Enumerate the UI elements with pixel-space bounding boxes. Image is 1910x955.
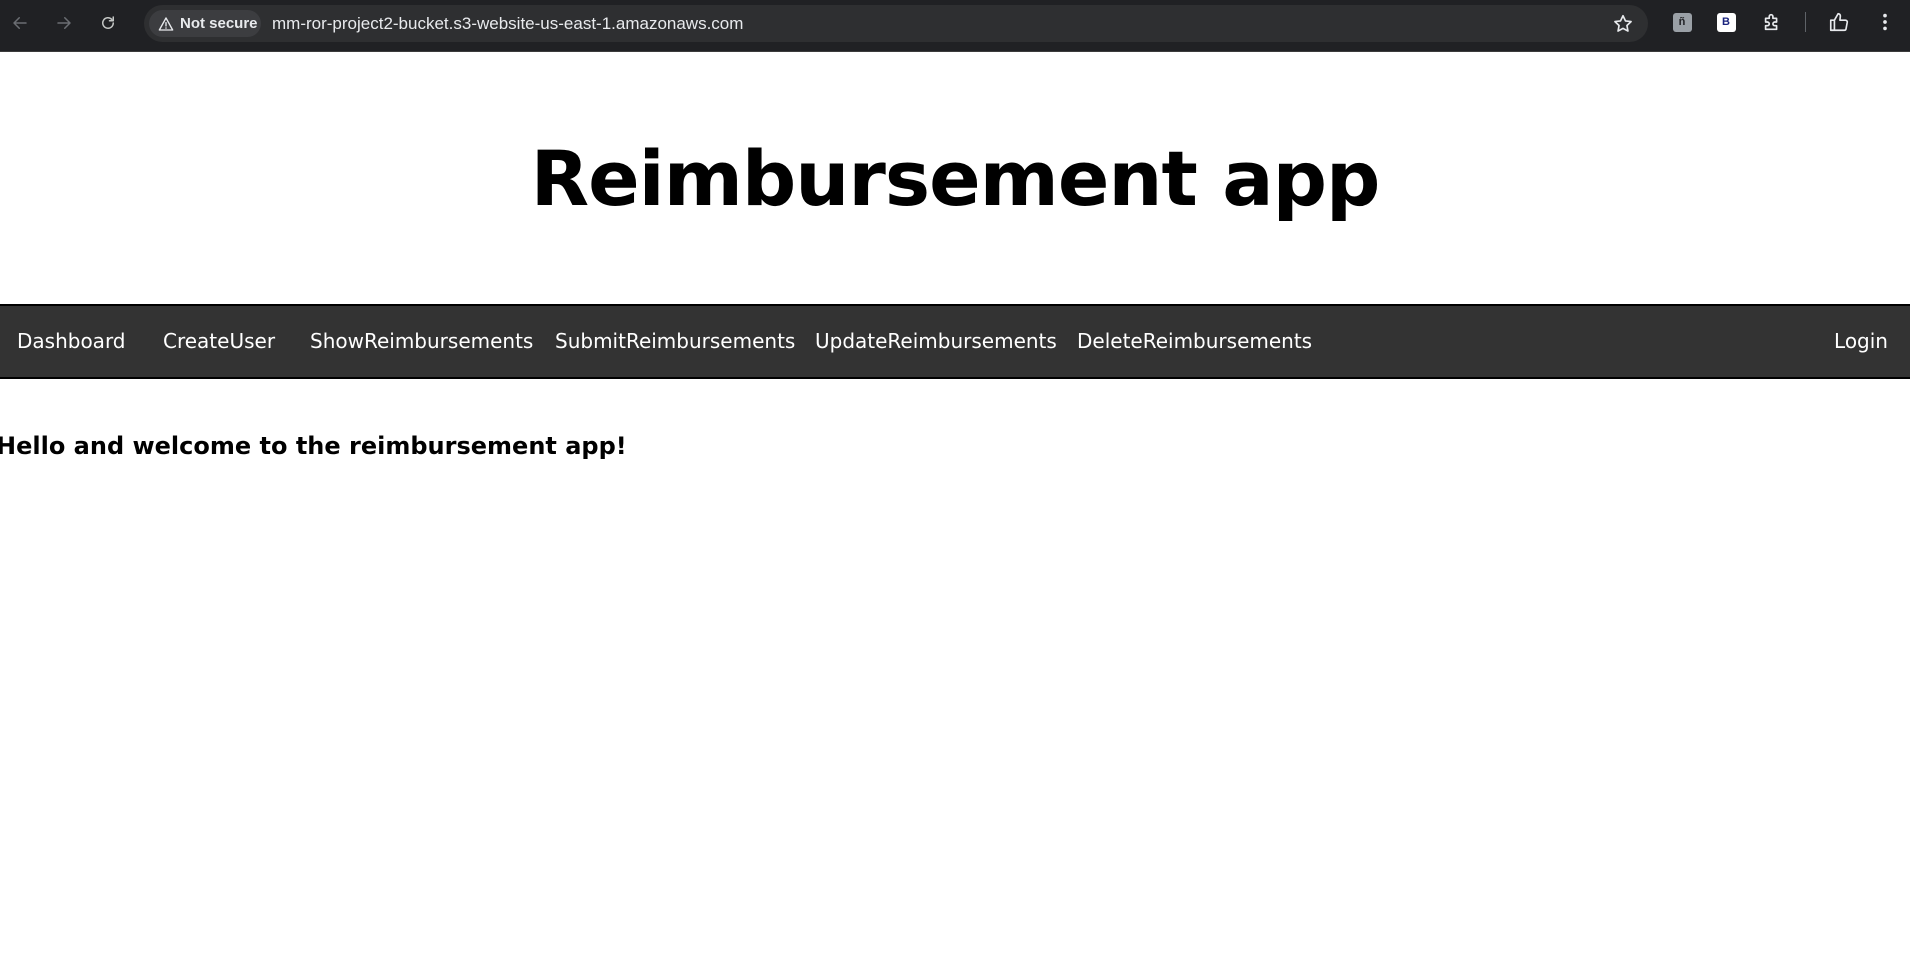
kebab-menu-icon bbox=[1883, 13, 1887, 31]
browser-toolbar: Not secure mm-ror-project2-bucket.s3-web… bbox=[0, 0, 1910, 52]
puzzle-icon bbox=[1764, 13, 1778, 31]
toolbar-separator bbox=[1805, 12, 1806, 32]
browser-menu-button[interactable] bbox=[1873, 10, 1897, 34]
security-chip[interactable]: Not secure bbox=[149, 10, 261, 37]
thumbs-up-icon bbox=[1829, 12, 1849, 32]
main-navbar: Dashboard CreateUser ShowReimbursements … bbox=[0, 304, 1910, 379]
extension-2-button[interactable]: B bbox=[1714, 10, 1738, 34]
feedback-button[interactable] bbox=[1827, 10, 1851, 34]
reload-icon bbox=[102, 16, 114, 29]
warning-icon bbox=[158, 16, 174, 31]
extension-1-icon: ñ bbox=[1672, 12, 1692, 32]
reload-button[interactable] bbox=[95, 10, 121, 36]
arrow-right-icon bbox=[57, 17, 71, 29]
nav-login[interactable]: Login bbox=[1834, 306, 1888, 377]
nav-delete-reimbursements[interactable]: DeleteReimbursements bbox=[1077, 306, 1312, 377]
nav-update-reimbursements[interactable]: UpdateReimbursements bbox=[815, 306, 1057, 377]
nav-dashboard[interactable]: Dashboard bbox=[17, 306, 126, 377]
nav-submit-reimbursements[interactable]: SubmitReimbursements bbox=[555, 306, 795, 377]
security-label: Not secure bbox=[180, 15, 258, 32]
welcome-message: Hello and welcome to the reimbursement a… bbox=[0, 432, 627, 460]
nav-create-user[interactable]: CreateUser bbox=[163, 306, 275, 377]
back-button[interactable] bbox=[7, 10, 33, 36]
extension-1-button[interactable]: ñ bbox=[1670, 10, 1694, 34]
extensions-menu-button[interactable] bbox=[1760, 10, 1784, 34]
arrow-left-icon bbox=[13, 17, 27, 29]
url-text[interactable]: mm-ror-project2-bucket.s3-website-us-eas… bbox=[272, 14, 743, 34]
nav-show-reimbursements[interactable]: ShowReimbursements bbox=[310, 306, 533, 377]
bookmark-star-icon[interactable] bbox=[1612, 13, 1634, 35]
extension-2-icon: B bbox=[1716, 12, 1736, 32]
address-bar[interactable]: Not secure mm-ror-project2-bucket.s3-web… bbox=[144, 5, 1648, 42]
page-title: Reimbursement app bbox=[530, 134, 1381, 223]
forward-button[interactable] bbox=[51, 10, 77, 36]
